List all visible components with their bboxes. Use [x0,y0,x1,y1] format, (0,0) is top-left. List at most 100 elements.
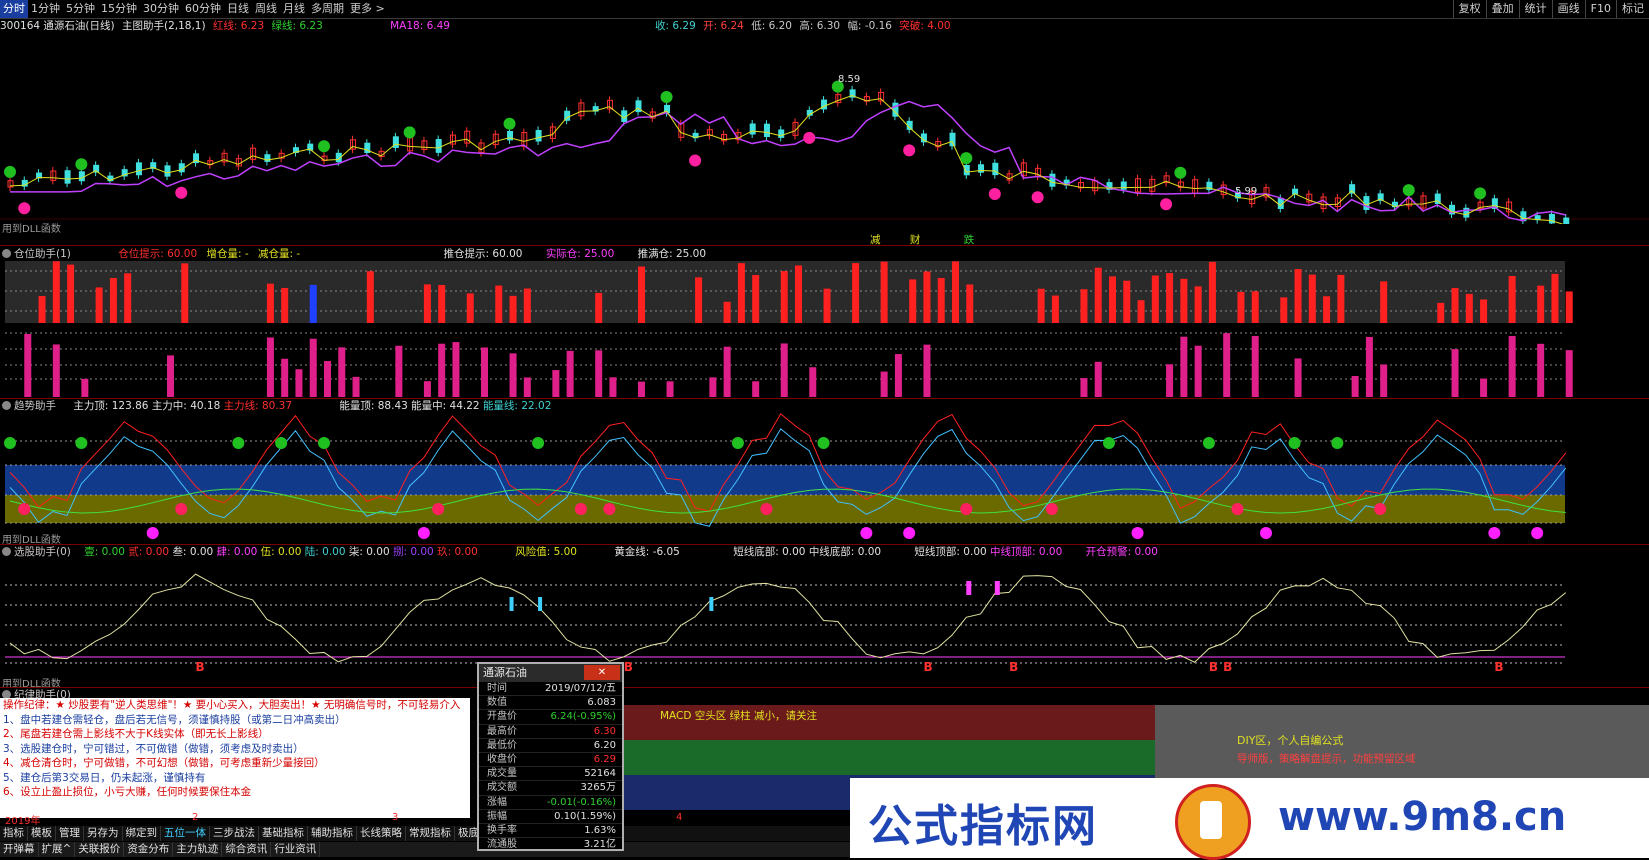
panel3-item-12: 中线底部: 0.00 [808,546,882,558]
energy-bar [167,355,174,397]
timeframe-7[interactable]: 周线 [252,0,280,18]
timeframe-5[interactable]: 60分钟 [182,0,224,18]
indicator-tab-1[interactable]: 模板 [28,826,56,841]
popup-row-key: 振幅 [487,810,507,822]
position-bar [495,285,503,323]
timeframe-3[interactable]: 15分钟 [98,0,140,18]
stock-pick-chart[interactable]: BBBBBBB [0,559,1649,687]
plus-signal-icon [175,186,188,199]
timeframe-6[interactable]: 日线 [224,0,252,18]
popup-row-key: 流通股 [487,839,517,851]
buy-signal-icon [1402,184,1415,197]
popup-row: 数值 6.083 [479,696,622,711]
trend-buy-icon [232,437,245,449]
red-line-value: 红线: 6.23 [212,20,265,32]
b-signal-label: B [1494,660,1503,674]
note-line-2: 2、尾盘若建仓需上影线不大于K线实体（即无长上影线） [3,728,269,740]
popup-row-value: 52164 [584,768,616,780]
b-signal-label: B [1009,660,1018,674]
timeframe-0[interactable]: 分时 [0,0,28,18]
timeframe-10[interactable]: 更多 > [347,0,388,18]
energy-bar [1480,378,1488,397]
info-tab-5[interactable]: 综合资讯 [222,842,272,857]
position-bar [1194,286,1202,323]
trend-plus-icon [1231,503,1244,515]
popup-row: 最低价 6.20 [479,739,622,753]
gear-icon[interactable] [2,547,11,556]
indicator-tab-2[interactable]: 管理 [56,826,84,841]
popup-row-value: 1.63% [584,824,616,836]
indicator-tab-7[interactable]: 基础指标 [259,826,308,841]
timeline-label-0: 2019年 [5,816,41,827]
indicator-tab-3[interactable]: 另存为 [84,826,123,841]
energy-bar [1080,378,1088,397]
stock-title: 300164 通源石油(日线) [0,20,115,32]
candlestick-chart[interactable]: 8.59 5.99 [0,34,1649,224]
timeframe-4[interactable]: 30分钟 [140,0,182,18]
info-tab-0[interactable]: 开弹幕 [0,842,39,857]
change-value: 幅: -0.16 [847,20,892,32]
info-tab-1[interactable]: 扩展^ [39,842,76,857]
buy-signal-icon [503,117,516,130]
indicator-tab-0[interactable]: 指标 [0,826,28,841]
panel2-title: 趋势助手 [14,400,56,412]
pick-marker [509,597,514,611]
timeframe-1[interactable]: 1分钟 [28,0,63,18]
timeframe-9[interactable]: 多周期 [308,0,347,18]
indicator-tab-9[interactable]: 长线策略 [357,826,406,841]
energy-bar [24,333,32,397]
toolbar-button-5[interactable]: 标记 [1616,0,1649,18]
toolbar-button-0[interactable]: 复权 [1452,0,1486,18]
timeline-label-3: 4 [676,812,683,823]
trend-sell-icon [146,527,159,539]
position-bar [695,277,703,323]
panel1-item-3: 推仓提示: 60.00 [443,248,523,260]
info-tab-4[interactable]: 主力轨迹 [173,842,223,857]
candle-body [64,170,71,184]
buy-signal-icon [75,158,88,171]
gear-icon[interactable] [2,249,11,258]
low-marker: 5.99 [1235,186,1257,197]
open-value: 开: 6.24 [703,20,744,32]
toolbar-button-1[interactable]: 叠加 [1485,0,1519,18]
close-icon[interactable]: ✕ [584,665,620,680]
popup-row: 收盘价 6.29 [479,753,622,768]
trend-buy-icon [817,437,830,449]
toolbar-button-3[interactable]: 画线 [1551,0,1585,18]
indicator-tab-4[interactable]: 绑定到 [123,826,161,841]
indicator-tab-6[interactable]: 三步战法 [210,826,259,841]
trend-buy-icon [75,437,88,449]
toolbar-button-4[interactable]: F10 [1584,0,1616,18]
timeframe-2[interactable]: 5分钟 [63,0,98,18]
energy-bar [894,354,902,397]
candle-body [1563,217,1570,224]
indicator-tab-10[interactable]: 常规指标 [406,826,455,841]
popup-row-value: 3265万 [580,782,616,794]
indicator-tab-5[interactable]: 五位一体 [161,826,210,841]
position-bar-chart[interactable] [0,261,1649,397]
info-tabs: 开弹幕 扩展^ 关联报价 资金分布 主力轨迹 综合资讯 行业资讯 [0,842,850,857]
toolbar-button-2[interactable]: 统计 [1518,0,1552,18]
indicator-tab-8[interactable]: 辅助指标 [308,826,357,841]
gear-icon[interactable] [2,401,11,410]
note-line-1: 1、盘中若建仓需轻仓，盘后若无信号，须谨慎持股（或第二日冲高卖出） [3,713,346,726]
position-bar [909,279,917,323]
energy-bar [666,381,674,397]
info-tab-2[interactable]: 关联报价 [75,842,125,857]
position-bar [1537,285,1545,323]
energy-bar [309,338,317,397]
energy-bar [266,337,274,397]
popup-row-key: 时间 [487,683,507,694]
energy-bar [923,344,931,397]
info-tab-6[interactable]: 行业资讯 [271,842,321,857]
popup-title-bar[interactable]: 通源石油 ✕ [479,664,622,682]
info-tab-3[interactable]: 资金分布 [124,842,174,857]
energy-bar [1380,364,1388,397]
energy-bar [709,377,717,397]
indicator-name[interactable]: 主图助手(2,18,1) [122,20,206,32]
trend-chart[interactable] [0,413,1649,543]
timeframe-8[interactable]: 月线 [280,0,308,18]
quote-popup[interactable]: 通源石油 ✕ 时间 2019/07/12/五 数值 6.083 开盘价 6.24(-0.9… [477,662,624,853]
energy-bar [481,347,488,397]
timeline-label-2: 3 [392,812,399,823]
